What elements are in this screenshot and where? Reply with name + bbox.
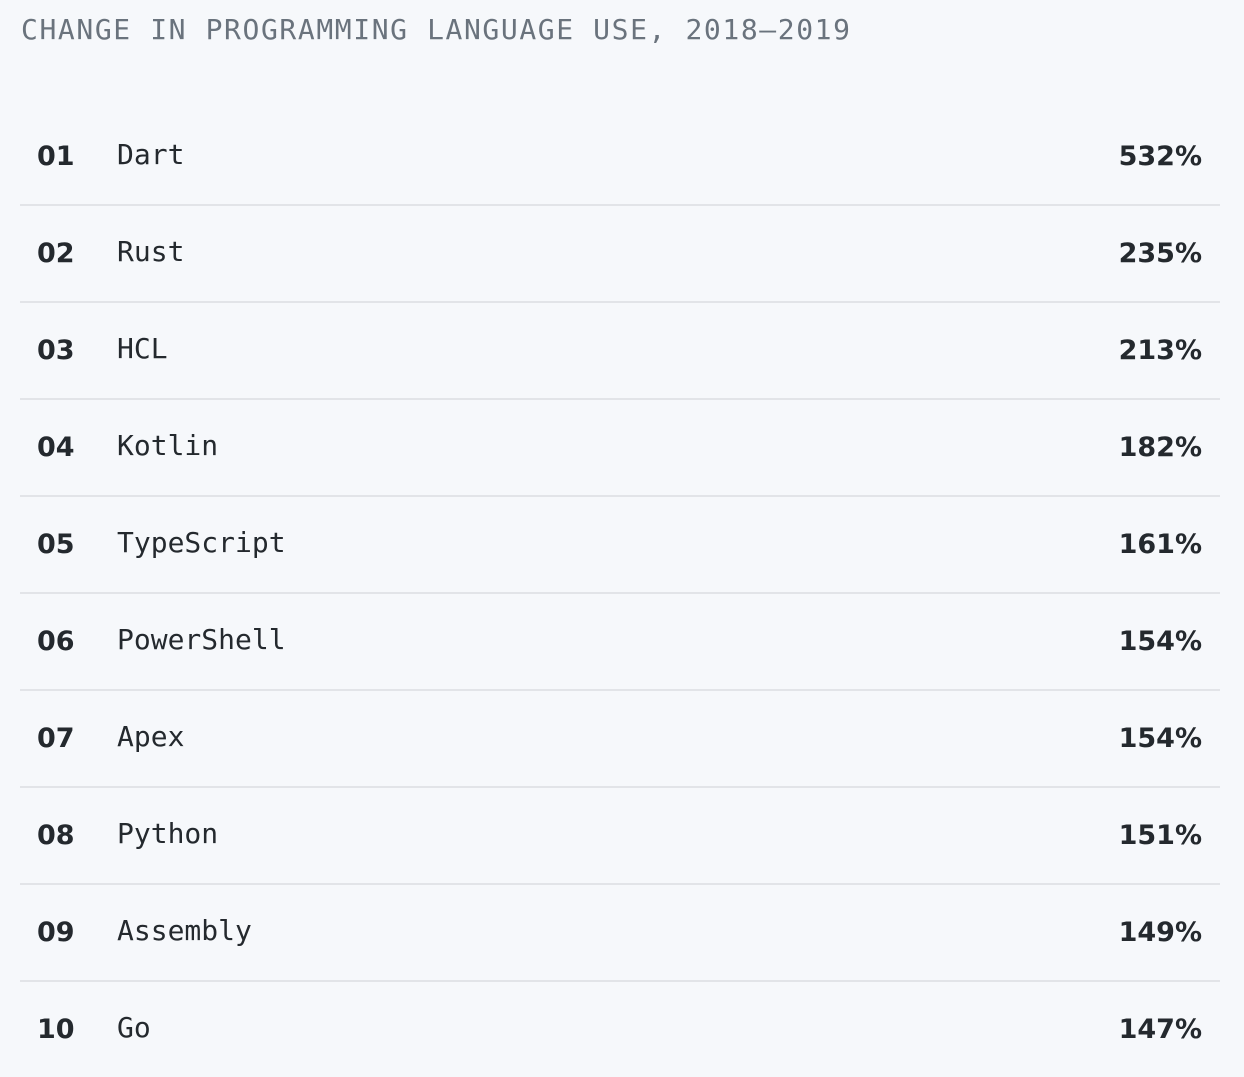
language-name: Python: [117, 817, 219, 850]
change-value: 151%: [1118, 820, 1202, 851]
change-value: 532%: [1118, 141, 1202, 172]
rank-label: 08: [37, 820, 75, 851]
language-name: Go: [117, 1011, 151, 1044]
rank-label: 03: [37, 335, 75, 366]
rank-label: 06: [37, 626, 75, 657]
change-value: 147%: [1118, 1014, 1202, 1045]
change-value: 213%: [1118, 335, 1202, 366]
table-row: 05 TypeScript 161%: [20, 497, 1220, 594]
language-name: Kotlin: [117, 429, 219, 462]
change-value: 154%: [1118, 723, 1202, 754]
table-row: 10 Go 147%: [20, 982, 1220, 1077]
table-row: 09 Assembly 149%: [20, 885, 1220, 982]
rank-label: 10: [37, 1014, 75, 1045]
language-name: Rust: [117, 235, 185, 268]
rank-label: 01: [37, 141, 75, 172]
table-row: 03 HCL 213%: [20, 303, 1220, 400]
ranking-table: 01 Dart 532% 02 Rust 235% 03 HCL 213% 04 Kotlin 182…: [20, 109, 1220, 1077]
table-row: 01 Dart 532%: [20, 109, 1220, 206]
table-row: 02 Rust 235%: [20, 206, 1220, 303]
language-name: Assembly: [117, 914, 252, 947]
language-name: TypeScript: [117, 526, 286, 559]
rank-label: 07: [37, 723, 75, 754]
chart-title: CHANGE IN PROGRAMMING LANGUAGE USE, 2018…: [21, 13, 852, 46]
language-name: HCL: [117, 332, 168, 365]
rank-label: 04: [37, 432, 75, 463]
rank-label: 09: [37, 917, 75, 948]
table-row: 06 PowerShell 154%: [20, 594, 1220, 691]
language-name: Apex: [117, 720, 185, 753]
language-name: Dart: [117, 138, 185, 171]
change-value: 154%: [1118, 626, 1202, 657]
change-value: 149%: [1118, 917, 1202, 948]
table-row: 04 Kotlin 182%: [20, 400, 1220, 497]
rank-label: 05: [37, 529, 75, 560]
change-value: 182%: [1118, 432, 1202, 463]
language-name: PowerShell: [117, 623, 286, 656]
change-value: 161%: [1118, 529, 1202, 560]
table-row: 07 Apex 154%: [20, 691, 1220, 788]
rank-label: 02: [37, 238, 75, 269]
change-value: 235%: [1118, 238, 1202, 269]
table-row: 08 Python 151%: [20, 788, 1220, 885]
